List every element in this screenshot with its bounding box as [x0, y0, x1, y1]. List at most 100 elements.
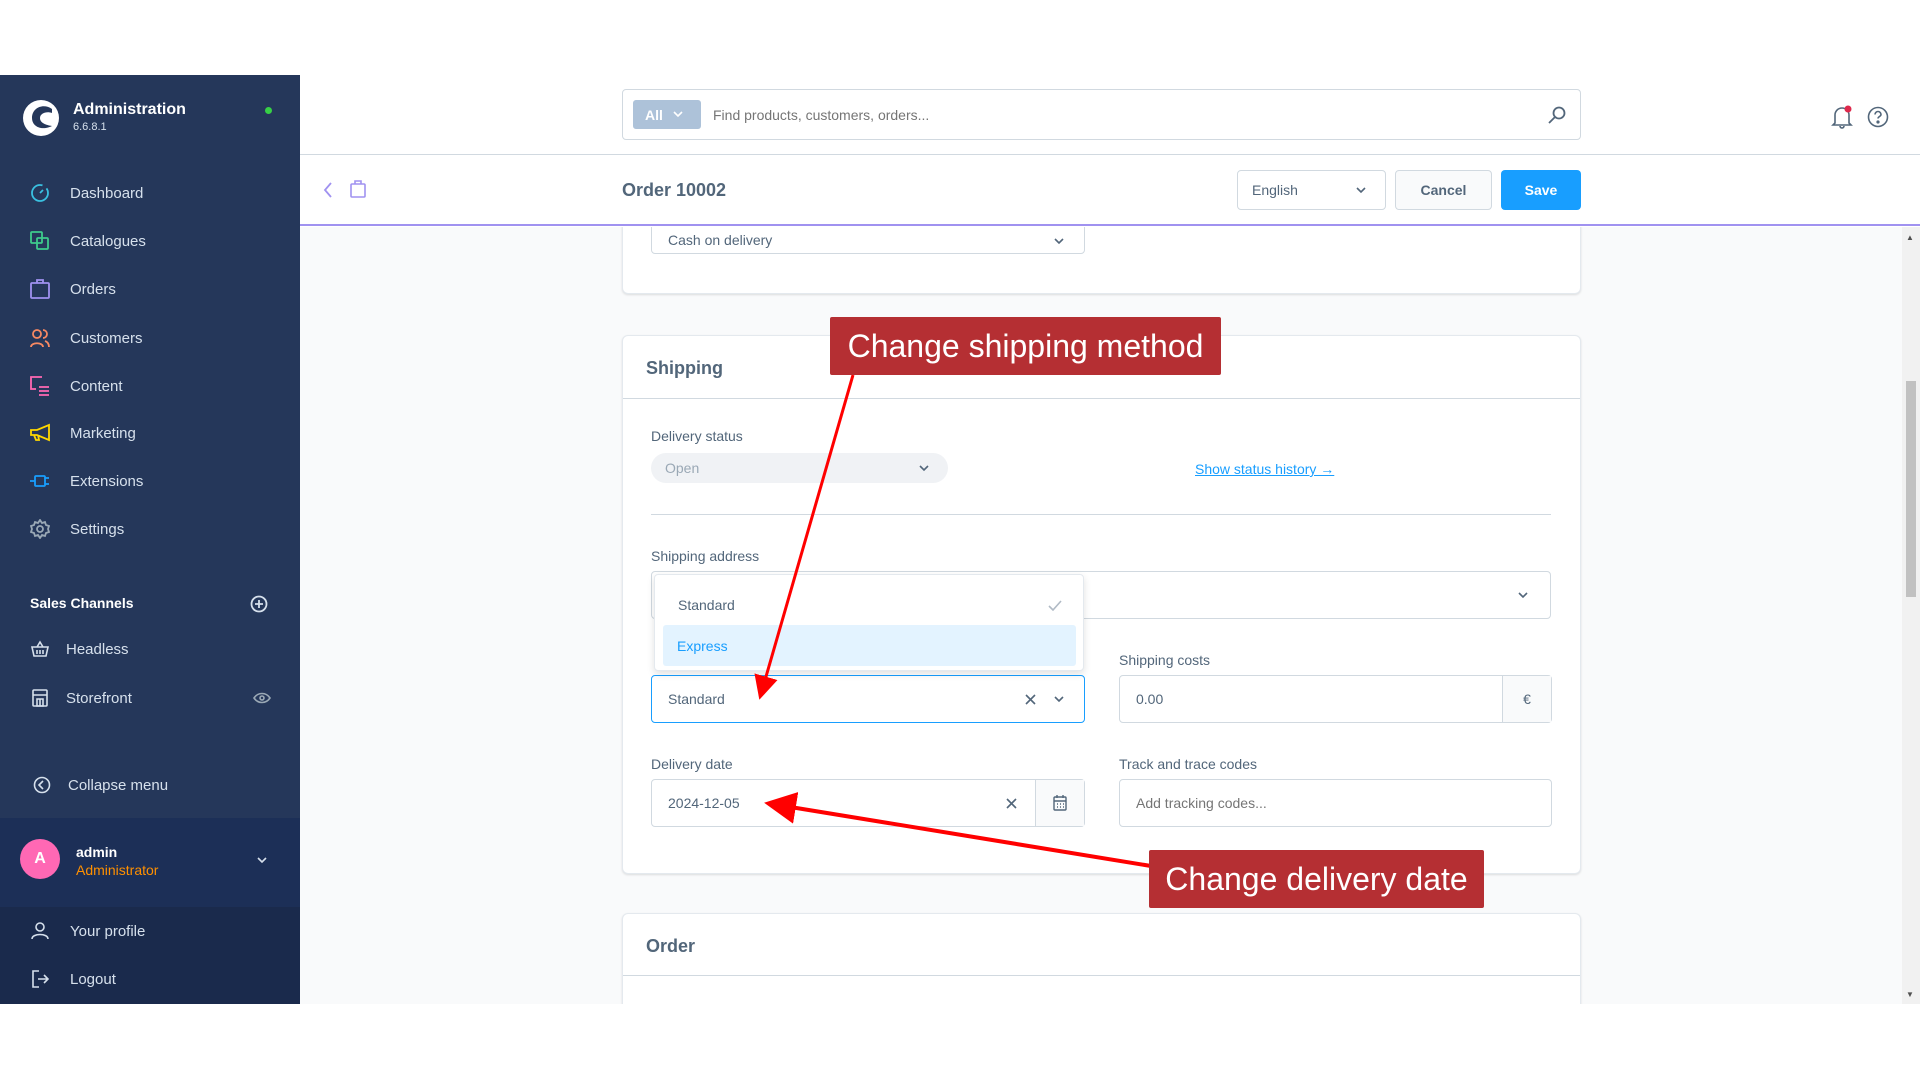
plug-icon — [28, 469, 52, 493]
basket-icon — [28, 637, 52, 661]
dashboard-icon — [28, 181, 52, 205]
sidebar-item-settings[interactable]: Settings — [0, 509, 300, 549]
help-icon[interactable] — [1867, 106, 1889, 128]
clear-icon[interactable] — [1006, 798, 1017, 809]
payment-method-value: Cash on delivery — [668, 232, 773, 248]
delivery-status-label: Delivery status — [651, 428, 743, 444]
payment-card: Cash on delivery — [622, 227, 1581, 294]
collapse-menu-label: Collapse menu — [68, 776, 169, 794]
avatar: A — [20, 839, 60, 879]
sidebar-item-content[interactable]: Content — [0, 366, 300, 406]
option-label: Express — [677, 637, 728, 654]
save-button[interactable]: Save — [1501, 170, 1581, 210]
notification-bell-icon[interactable] — [1831, 105, 1853, 129]
annotation-change-shipping-method: Change shipping method — [830, 317, 1221, 375]
language-value: English — [1252, 182, 1298, 198]
delivery-status-select[interactable]: Open — [651, 453, 948, 483]
sidebar-item-label: Headless — [66, 640, 129, 658]
option-label: Standard — [678, 597, 735, 613]
chevron-down-icon — [919, 465, 929, 472]
user-menu-toggle[interactable]: A admin Administrator — [0, 818, 300, 907]
storefront-icon — [28, 686, 52, 710]
sidebar-item-extensions[interactable]: Extensions — [0, 461, 300, 501]
search-scope-label: All — [645, 106, 663, 123]
payment-method-select[interactable]: Cash on delivery — [651, 227, 1085, 254]
back-chevron-icon[interactable] — [322, 181, 334, 199]
add-sales-channel-icon[interactable] — [250, 595, 268, 613]
search-input[interactable] — [713, 100, 1513, 129]
sidebar-item-dashboard[interactable]: Dashboard — [0, 173, 300, 213]
collapse-menu-button[interactable]: Collapse menu — [0, 765, 300, 805]
scrollbar[interactable]: ▲ ▼ — [1902, 227, 1920, 1004]
shipping-method-dropdown: Standard Express — [654, 574, 1084, 671]
shipping-costs-value: 0.00 — [1136, 691, 1164, 707]
dropdown-option-standard[interactable]: Standard — [664, 585, 1076, 625]
sidebar-item-customers[interactable]: Customers — [0, 318, 300, 358]
orders-bag-icon — [350, 180, 366, 198]
scroll-up-arrow[interactable]: ▲ — [1906, 233, 1914, 242]
scroll-down-arrow[interactable]: ▼ — [1906, 990, 1914, 999]
sidebar-item-label: Storefront — [66, 689, 132, 707]
user-submenu: Your profile Logout — [0, 907, 300, 1004]
language-select[interactable]: English — [1237, 170, 1386, 210]
logout-label: Logout — [70, 970, 116, 988]
sidebar-item-storefront[interactable]: Storefront — [0, 678, 300, 718]
status-dot — [265, 107, 272, 114]
shipping-card: Shipping Delivery status Open Show statu… — [622, 335, 1581, 874]
logout-icon — [28, 967, 52, 991]
shipping-address-label: Shipping address — [651, 548, 760, 564]
chevron-down-icon — [673, 111, 683, 118]
sidebar-item-orders[interactable]: Orders — [0, 269, 300, 309]
orders-bag-icon — [28, 277, 52, 301]
sidebar-item-label: Customers — [70, 329, 143, 347]
delivery-status-value: Open — [665, 460, 700, 476]
divider — [651, 514, 1551, 515]
dropdown-option-express[interactable]: Express — [663, 625, 1076, 666]
app-title: Administration — [73, 101, 186, 118]
show-status-history-link[interactable]: Show status history → — [1195, 461, 1334, 477]
tracking-codes-input[interactable] — [1119, 779, 1552, 827]
shopware-logo-icon — [23, 100, 59, 136]
page-toolbar: Order 10002 English Cancel Save — [300, 155, 1920, 226]
sidebar-item-label: Extensions — [70, 472, 144, 490]
chevron-down-icon — [1054, 238, 1064, 245]
shipping-costs-label: Shipping costs — [1119, 652, 1211, 668]
content-icon — [28, 374, 52, 398]
chevron-down-icon — [257, 857, 267, 864]
clear-icon[interactable] — [1025, 694, 1036, 705]
chevron-left-circle-icon — [30, 773, 54, 797]
scrollbar-thumb[interactable] — [1906, 381, 1916, 597]
customers-icon — [28, 326, 52, 350]
calendar-button[interactable] — [1035, 780, 1084, 826]
chevron-down-icon — [1054, 696, 1064, 703]
global-search: All — [622, 89, 1581, 140]
calendar-icon — [1053, 795, 1067, 811]
eye-icon[interactable] — [253, 692, 271, 704]
delivery-date-value: 2024-12-05 — [668, 795, 740, 811]
search-scope-select[interactable]: All — [633, 100, 701, 129]
gear-icon — [28, 517, 52, 541]
logout-link[interactable]: Logout — [0, 959, 300, 999]
sidebar-item-label: Content — [70, 377, 123, 395]
cancel-button[interactable]: Cancel — [1395, 170, 1492, 210]
delivery-date-input[interactable]: 2024-12-05 — [651, 779, 1085, 827]
top-header: All — [300, 75, 1920, 155]
sidebar-item-headless[interactable]: Headless — [0, 629, 300, 669]
user-name: admin — [76, 844, 118, 860]
divider — [623, 975, 1580, 976]
sales-channels-heading: Sales Channels — [30, 595, 134, 611]
search-icon[interactable] — [1548, 106, 1566, 124]
catalogue-icon — [28, 229, 52, 253]
order-card: Order — [622, 913, 1581, 1004]
annotation-change-delivery-date: Change delivery date — [1149, 850, 1484, 908]
sidebar-item-label: Dashboard — [70, 184, 144, 202]
your-profile-label: Your profile — [70, 922, 146, 940]
your-profile-link[interactable]: Your profile — [0, 911, 300, 951]
currency-suffix: € — [1502, 676, 1551, 722]
sidebar-item-marketing[interactable]: Marketing — [0, 413, 300, 453]
shipping-method-select[interactable]: Standard — [651, 675, 1085, 723]
shipping-costs-input[interactable]: 0.00 € — [1119, 675, 1552, 723]
chevron-down-icon — [1356, 187, 1366, 194]
sidebar-item-catalogues[interactable]: Catalogues — [0, 221, 300, 261]
shipping-title: Shipping — [646, 358, 723, 378]
